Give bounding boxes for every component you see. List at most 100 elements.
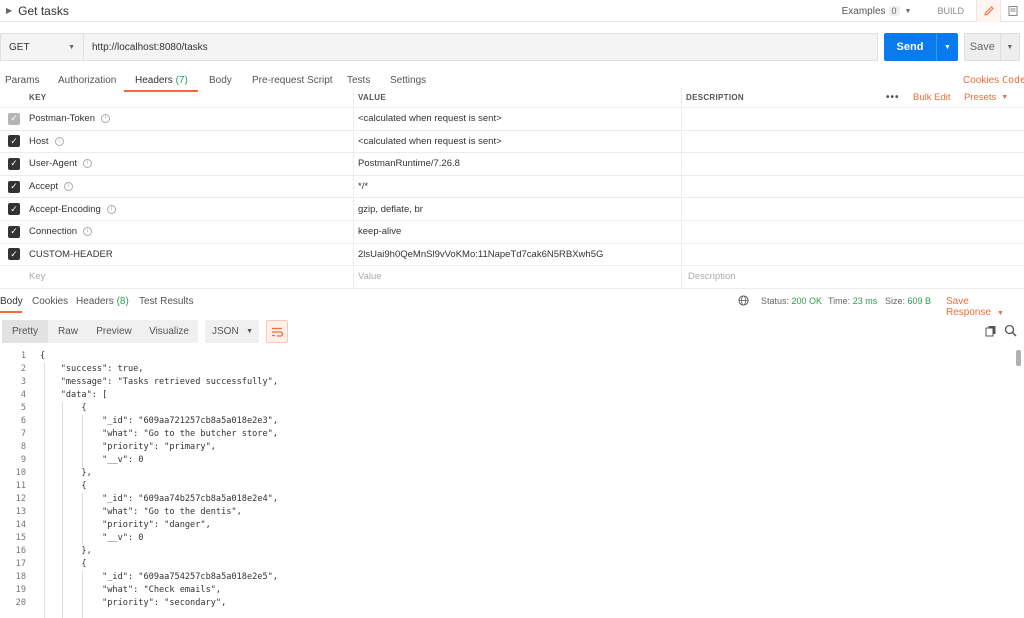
presets-dropdown[interactable]: Presets ▼ — [964, 88, 1008, 107]
header-checkbox[interactable]: ✓ — [8, 112, 20, 125]
build-mode-label[interactable]: BUILD — [937, 6, 964, 16]
header-value[interactable]: PostmanRuntime/7.26.8 — [358, 153, 460, 175]
view-mode-segmented: Pretty Raw Preview Visualize — [2, 320, 198, 343]
examples-dropdown[interactable]: Examples 0 ▼ — [842, 6, 912, 17]
header-key[interactable]: Accept — [29, 181, 58, 192]
headers-table-header: KEY VALUE DESCRIPTION ••• Bulk Edit Pres… — [0, 88, 1024, 108]
tab-headers[interactable]: Headers (7) — [135, 75, 188, 86]
tab-tests[interactable]: Tests — [347, 75, 370, 86]
header-key[interactable]: Postman-Token — [29, 113, 95, 124]
info-icon[interactable]: i — [106, 204, 116, 214]
time-label: Time: — [828, 296, 851, 306]
save-button[interactable]: Save ▼ — [964, 33, 1020, 61]
tab-response-cookies[interactable]: Cookies — [32, 296, 68, 307]
header-checkbox[interactable]: ✓ — [8, 225, 20, 238]
code-text: }, — [40, 546, 92, 556]
header-row: ✓ Host i <calculated when request is sent… — [0, 130, 1024, 154]
header-key[interactable]: Connection — [29, 226, 77, 237]
header-key[interactable]: CUSTOM-HEADER — [29, 249, 113, 260]
new-key-input[interactable]: Key — [29, 266, 349, 288]
response-body-toolbar: Pretty Raw Preview Visualize JSON ▼ — [0, 320, 1024, 344]
info-icon[interactable]: i — [83, 159, 93, 169]
header-checkbox[interactable]: ✓ — [8, 203, 20, 216]
line-number: 17 — [15, 559, 26, 569]
tab-prerequest-script[interactable]: Pre-request Script — [252, 75, 333, 86]
header-value[interactable]: <calculated when request is sent> — [358, 108, 502, 130]
view-raw[interactable]: Raw — [48, 320, 88, 343]
code-line: 6 "_id": "609aa721257cb8a5a018e2e3", — [0, 415, 1010, 428]
view-visualize[interactable]: Visualize — [140, 320, 198, 343]
code-line: 5 { — [0, 402, 1010, 415]
code-text: "message": "Tasks retrieved successfully… — [40, 377, 278, 387]
tab-params[interactable]: Params — [5, 75, 39, 86]
http-method-select[interactable]: GET ▼ — [0, 33, 84, 61]
url-input[interactable]: http://localhost:8080/tasks — [84, 33, 878, 61]
chevron-down-icon: ▼ — [68, 43, 75, 51]
header-row: ✓ User-Agent i PostmanRuntime/7.26.8 — [0, 153, 1024, 176]
header-checkbox[interactable]: ✓ — [8, 157, 20, 170]
globe-icon[interactable] — [738, 295, 749, 306]
send-button[interactable]: Send ▼ — [884, 33, 958, 61]
cookies-link[interactable]: Cookies — [963, 75, 999, 86]
tab-response-headers[interactable]: Headers (8) — [76, 296, 129, 307]
code-line: 7 "what": "Go to the butcher store", — [0, 428, 1010, 441]
time-indicator[interactable]: Time: 23 ms — [828, 296, 877, 306]
new-description-input[interactable]: Description — [688, 266, 736, 288]
info-icon[interactable]: i — [54, 136, 64, 146]
header-checkbox[interactable]: ✓ — [8, 180, 20, 193]
request-name[interactable]: Get tasks — [18, 4, 69, 18]
code-line: 4 "data": [ — [0, 389, 1010, 402]
header-row: ✓ Connection i keep-alive — [0, 220, 1024, 244]
more-options-icon[interactable]: ••• — [886, 88, 900, 107]
line-number: 15 — [15, 533, 26, 543]
info-icon[interactable]: i — [64, 182, 74, 192]
header-value[interactable]: 2lsUai9h0QeMnSl9vVoKMo:11NapeTd7cak6N5RB… — [358, 244, 603, 266]
header-checkbox[interactable]: ✓ — [8, 135, 20, 148]
bulk-edit-link[interactable]: Bulk Edit — [913, 88, 951, 107]
header-row: ✓ Accept-Encoding i gzip, deflate, br — [0, 198, 1024, 221]
tab-test-results[interactable]: Test Results — [139, 296, 193, 307]
presets-label: Presets — [964, 92, 997, 103]
tab-body[interactable]: Body — [209, 75, 232, 86]
header-checkbox[interactable]: ✓ — [8, 248, 20, 261]
save-options-chevron-icon[interactable]: ▼ — [999, 34, 1019, 60]
view-pretty[interactable]: Pretty — [2, 320, 48, 343]
collapse-caret-icon[interactable]: ▶ — [6, 6, 12, 15]
header-key[interactable]: Accept-Encoding — [29, 204, 101, 215]
status-label: Status: — [761, 296, 790, 306]
tab-settings[interactable]: Settings — [390, 75, 426, 86]
header-key[interactable]: Host — [29, 136, 49, 147]
response-body-code[interactable]: 1{2 "success": true, 3 "message": "Tasks … — [0, 350, 1024, 618]
info-icon[interactable]: i — [83, 227, 93, 237]
view-preview[interactable]: Preview — [88, 320, 140, 343]
code-line: 19 "what": "Check emails", — [0, 584, 1010, 597]
code-line: 11 { — [0, 480, 1010, 493]
save-response-dropdown[interactable]: Save Response ▼ — [946, 296, 1024, 318]
status-indicator[interactable]: Status: 200 OK — [761, 296, 822, 306]
code-line: 14 "priority": "danger", — [0, 519, 1010, 532]
line-number: 5 — [20, 403, 26, 413]
header-value[interactable]: keep-alive — [358, 221, 401, 243]
documentation-button[interactable] — [1000, 0, 1024, 22]
code-line: 10 }, — [0, 467, 1010, 480]
header-value[interactable]: gzip, deflate, br — [358, 198, 423, 220]
code-scrollbar[interactable] — [1016, 350, 1021, 366]
code-text: "priority": "secondary", — [40, 598, 227, 608]
new-value-input[interactable]: Value — [358, 266, 382, 288]
format-select[interactable]: JSON ▼ — [205, 320, 259, 343]
copy-icon[interactable] — [985, 325, 997, 337]
header-key[interactable]: User-Agent — [29, 158, 77, 169]
size-indicator[interactable]: Size: 609 B — [885, 296, 931, 306]
header-value[interactable]: */* — [358, 176, 368, 198]
search-icon[interactable] — [1004, 324, 1017, 337]
line-number: 1 — [20, 351, 26, 361]
info-icon[interactable]: i — [101, 114, 111, 124]
time-value: 23 ms — [852, 296, 878, 306]
send-options-chevron-icon[interactable]: ▼ — [936, 33, 958, 61]
header-value[interactable]: <calculated when request is sent> — [358, 131, 502, 153]
edit-pencil-button[interactable] — [976, 0, 1000, 22]
wrap-lines-button[interactable] — [266, 320, 288, 343]
response-tabs: Body Cookies Headers (8) Test Results St… — [0, 291, 1024, 318]
tab-response-body[interactable]: Body — [0, 296, 23, 307]
tab-authorization[interactable]: Authorization — [58, 75, 116, 86]
